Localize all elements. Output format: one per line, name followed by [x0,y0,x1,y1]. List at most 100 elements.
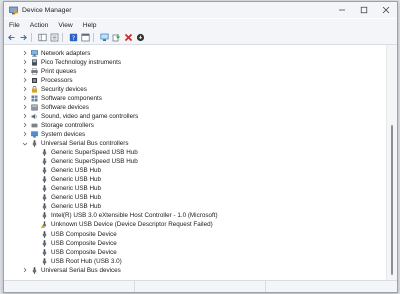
device-row[interactable]: Generic USB Hub [4,175,387,184]
usb-icon [41,239,48,247]
chevron-right-icon[interactable] [22,103,28,112]
close-button[interactable] [375,2,397,18]
device-category-row[interactable]: Universal Serial Bus devices [4,266,387,275]
device-category-row[interactable]: Pico Technology instruments [4,58,387,67]
device-label: Intel(R) USB 3.0 eXtensible Host Control… [51,212,218,220]
device-manager-app-icon [9,6,18,15]
device-category-row[interactable]: Processors [4,76,387,85]
usb-icon [41,194,48,202]
software-component-icon [31,95,38,102]
status-bar-pane [266,281,397,292]
device-label: Security devices [41,85,87,93]
device-label: Software devices [41,103,89,111]
storage-icon [31,122,38,129]
svg-text:?: ? [71,34,74,42]
device-row[interactable]: Generic USB Hub [4,184,387,193]
device-category-row[interactable]: Sound, video and game controllers [4,112,387,121]
update-driver-icon[interactable] [111,33,121,43]
chevron-right-icon[interactable] [22,130,28,139]
forward-icon[interactable] [18,33,28,43]
disable-icon[interactable] [135,33,145,43]
usb-icon [31,266,38,274]
uninstall-icon[interactable] [123,33,133,43]
chevron-right-icon[interactable] [22,121,28,130]
system-icon [31,131,38,138]
chevron-down-icon[interactable] [22,139,28,148]
usb-icon [41,158,48,165]
device-row[interactable]: Generic SuperSpeed USB Hub [4,148,387,157]
device-row[interactable]: Generic SuperSpeed USB Hub [4,157,387,166]
chevron-right-icon[interactable] [22,67,28,76]
device-category-row[interactable]: System devices [4,130,387,139]
device-row[interactable]: Generic USB Hub [4,166,387,175]
device-category-row[interactable]: Software devices [4,103,387,112]
device-label: USB Composite Device [51,248,117,256]
security-icon [31,85,38,93]
chevron-right-icon[interactable] [22,266,28,275]
minimize-button[interactable] [331,2,353,18]
menu-view[interactable]: View [53,22,77,29]
instrument-icon [31,58,38,66]
scan-hardware-icon[interactable] [99,33,109,43]
device-row[interactable]: USB Composite Device [4,239,387,248]
device-label: USB Composite Device [51,239,117,247]
device-category-row[interactable]: Universal Serial Bus controllers [4,139,387,148]
device-label: Pico Technology instruments [41,58,122,66]
back-icon[interactable] [6,33,16,43]
details-view-icon[interactable] [80,33,90,43]
menu-help[interactable]: Help [78,22,102,29]
device-row[interactable]: Unknown USB Device (Device Descriptor Re… [4,220,387,229]
device-label: Software components [41,94,102,102]
device-category-row[interactable]: Print queues [4,67,387,76]
device-row[interactable]: Generic USB Hub [4,202,387,211]
device-label: Generic USB Hub [51,167,102,175]
title-bar[interactable]: Device Manager [4,2,397,18]
chevron-right-icon[interactable] [22,85,28,94]
device-label: Universal Serial Bus controllers [41,140,129,147]
chevron-right-icon[interactable] [22,49,28,58]
vertical-scrollbar[interactable] [386,45,397,281]
printer-icon [31,67,38,75]
device-row[interactable]: USB Root Hub (USB 3.0) [4,257,387,266]
window-title: Device Manager [22,6,72,14]
device-tree[interactable]: Network adapters Pico Technology instrume… [4,45,387,281]
help-icon[interactable]: ? [68,33,78,43]
chevron-right-icon[interactable] [22,76,28,85]
device-label: Processors [41,76,73,84]
toolbar-separator [93,33,94,42]
menu-file[interactable]: File [4,22,25,29]
toolbar: ? [4,31,397,45]
properties-icon[interactable] [49,33,59,43]
device-label: Generic USB Hub [51,176,102,184]
chevron-right-icon[interactable] [22,112,28,121]
usb-icon [41,203,48,211]
usb-icon [41,212,48,220]
device-category-row[interactable]: Security devices [4,85,387,94]
device-row[interactable]: Intel(R) USB 3.0 eXtensible Host Control… [4,211,387,220]
network-icon [31,49,38,57]
usb-icon [41,176,48,183]
device-label: Generic USB Hub [51,185,102,193]
device-label: Print queues [41,67,77,75]
console-tree-icon[interactable] [37,33,47,43]
device-label: Universal Serial Bus devices [41,266,121,274]
menu-action[interactable]: Action [25,22,54,29]
vertical-scrollbar-thumb[interactable] [391,125,393,275]
device-label: Sound, video and game controllers [41,112,139,120]
status-bar-pane [135,281,266,292]
maximize-button[interactable] [353,2,375,18]
device-row[interactable]: USB Composite Device [4,230,387,239]
status-bar [4,280,397,292]
device-label: USB Composite Device [51,230,117,238]
device-label: Storage controllers [41,121,94,129]
device-category-row[interactable]: Network adapters [4,49,387,58]
device-category-row[interactable]: Storage controllers [4,121,387,130]
chevron-right-icon[interactable] [22,94,28,103]
device-manager-window: Device Manager File Action View Help ? Netw… [3,1,398,293]
device-row[interactable]: USB Composite Device [4,248,387,257]
chevron-right-icon[interactable] [22,58,28,67]
device-row[interactable]: Generic USB Hub [4,193,387,202]
device-label: Generic USB Hub [51,203,102,211]
device-category-row[interactable]: Software components [4,94,387,103]
warning-usb-icon [40,221,48,229]
